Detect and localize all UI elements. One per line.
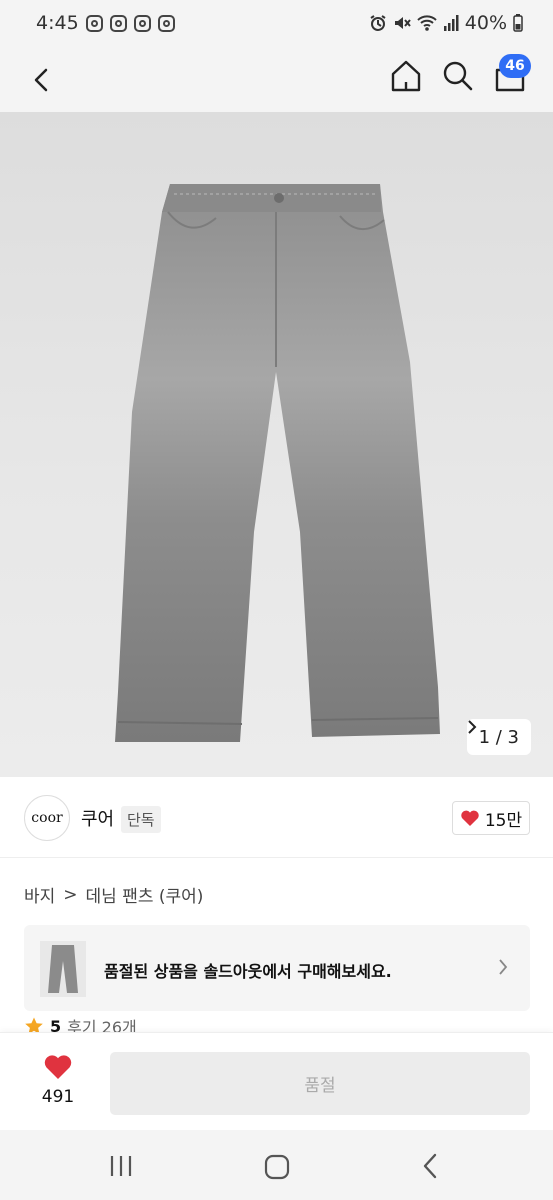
- heart-icon: [461, 810, 479, 826]
- breadcrumb: 바지 > 데님 팬츠 (쿠어): [24, 882, 204, 908]
- wish-button[interactable]: 491: [30, 1053, 86, 1113]
- product-thumbnail: [40, 941, 86, 997]
- bottom-action-bar: 491 품절: [0, 1032, 553, 1130]
- back-icon[interactable]: [420, 1152, 440, 1180]
- breadcrumb-separator: >: [63, 884, 78, 905]
- wifi-icon: [417, 15, 437, 31]
- instagram-icon: [158, 15, 175, 32]
- brand-like-count: 15만: [484, 810, 523, 831]
- instagram-icon: [86, 15, 103, 32]
- chevron-right-icon: [499, 959, 508, 975]
- soldout-button[interactable]: 품절: [110, 1052, 530, 1115]
- breadcrumb-item-denim[interactable]: 데님 팬츠 (쿠어): [86, 882, 204, 907]
- image-counter-text: 1 / 3: [478, 726, 519, 748]
- recent-apps-icon[interactable]: [108, 1154, 134, 1178]
- chevron-right-icon: [467, 720, 476, 734]
- brand-like-button[interactable]: 15만: [452, 801, 530, 835]
- home-icon[interactable]: [264, 1154, 290, 1180]
- soldout-banner[interactable]: 품절된 상품을 솔드아웃에서 구매해보세요.: [24, 925, 530, 1011]
- search-icon[interactable]: [440, 58, 476, 94]
- home-icon[interactable]: [388, 58, 424, 94]
- battery-icon: [513, 14, 523, 32]
- product-image[interactable]: 1 / 3: [0, 112, 553, 777]
- app-header: 46: [0, 48, 553, 112]
- jeans-photo: [115, 184, 440, 742]
- cart-count-badge: 46: [499, 54, 531, 78]
- status-bar: 4:45 40%: [0, 0, 553, 48]
- brand-logo-text: coor: [31, 810, 63, 826]
- battery-percent: 40%: [464, 12, 507, 34]
- system-nav-bar: [0, 1130, 553, 1200]
- heart-icon: [44, 1055, 72, 1079]
- mute-icon: [394, 17, 411, 29]
- instagram-icon: [110, 15, 127, 32]
- brand-row: coor 쿠어 단독 15만: [0, 778, 553, 858]
- wish-count: 491: [41, 1087, 75, 1107]
- status-time: 4:45: [36, 12, 79, 34]
- brand-logo[interactable]: coor: [24, 795, 70, 841]
- instagram-icon: [134, 15, 151, 32]
- system-status: 40%: [369, 12, 523, 34]
- alarm-icon: [370, 15, 386, 31]
- exclusive-tag: 단독: [121, 806, 161, 833]
- signal-icon: [443, 15, 459, 31]
- brand-name[interactable]: 쿠어: [81, 805, 114, 831]
- breadcrumb-item-pants[interactable]: 바지: [24, 882, 55, 907]
- soldout-banner-text: 품절된 상품을 솔드아웃에서 구매해보세요.: [104, 962, 392, 981]
- back-button[interactable]: [26, 60, 58, 100]
- image-counter[interactable]: 1 / 3: [466, 719, 531, 755]
